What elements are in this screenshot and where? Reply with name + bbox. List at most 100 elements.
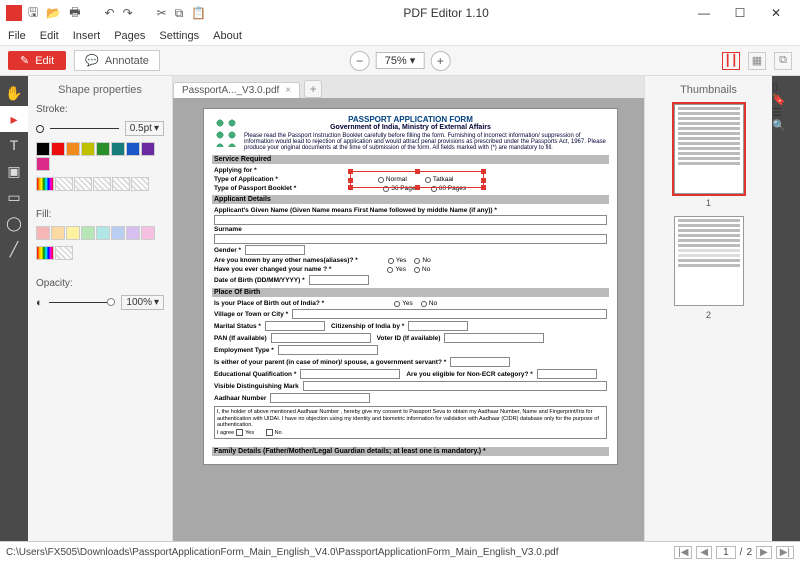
image-tool-icon[interactable]: ▣	[0, 158, 28, 184]
checkbox-agree-no[interactable]	[266, 429, 273, 436]
text-tool-icon[interactable]: T	[0, 132, 28, 158]
minimize-button[interactable]: —	[686, 6, 722, 20]
zoom-out-button[interactable]: −	[350, 51, 370, 71]
input-surname[interactable]	[214, 234, 607, 244]
stroke-swatch[interactable]	[81, 142, 95, 156]
stroke-swatch[interactable]	[36, 142, 50, 156]
paste-icon[interactable]: 📋	[191, 6, 206, 20]
search-tab-icon[interactable]: 🔍	[772, 119, 800, 132]
input-edu[interactable]	[300, 369, 400, 379]
stroke-swatch[interactable]	[51, 142, 65, 156]
page-last-button[interactable]: ▶|	[776, 546, 794, 559]
radio-alias-no[interactable]	[414, 258, 420, 264]
page-prev-button[interactable]: ◀	[696, 546, 712, 559]
stroke-swatch[interactable]	[36, 157, 50, 171]
open-icon[interactable]: 📂	[46, 6, 61, 20]
input-given-name[interactable]	[214, 215, 607, 225]
maximize-button[interactable]: ☐	[722, 6, 758, 20]
hand-tool-icon[interactable]: ✋	[0, 80, 28, 106]
input-citizenship[interactable]	[408, 321, 468, 331]
document-viewport[interactable]: PASSPORT APPLICATION FORM Government of …	[173, 98, 644, 541]
ellipse-tool-icon[interactable]: ◯	[0, 210, 28, 236]
stroke-endcap-icon[interactable]	[36, 125, 44, 133]
selection-box[interactable]	[350, 171, 484, 188]
rect-tool-icon[interactable]: ▭	[0, 184, 28, 210]
menu-pages[interactable]: Pages	[114, 30, 145, 42]
input-employment[interactable]	[278, 345, 378, 355]
fill-swatch[interactable]	[111, 226, 125, 240]
stroke-width-input[interactable]: 0.5pt▾	[125, 121, 164, 136]
page-next-button[interactable]: ▶	[756, 546, 772, 559]
input-voter[interactable]	[444, 333, 544, 343]
window-title: PDF Editor 1.10	[206, 6, 686, 20]
zoom-in-button[interactable]: +	[430, 51, 450, 71]
copy-icon[interactable]: ⧉	[175, 6, 184, 21]
input-parent-gov[interactable]	[450, 357, 510, 367]
input-marital[interactable]	[265, 321, 325, 331]
stroke-swatch[interactable]	[111, 142, 125, 156]
radio-changed-no[interactable]	[414, 267, 420, 273]
section-family: Family Details (Father/Mother/Legal Guar…	[212, 447, 609, 456]
input-dist-mark[interactable]	[303, 381, 607, 391]
menu-file[interactable]: File	[8, 30, 26, 42]
no-color-icon[interactable]	[55, 177, 73, 191]
shape-properties-panel: Shape properties Stroke: 0.5pt▾ Fill: Op…	[28, 76, 173, 541]
edit-mode-button[interactable]: ✎Edit	[8, 51, 66, 70]
fill-no-color-icon[interactable]	[55, 246, 73, 260]
thumbnails-tab-icon[interactable]: ▯	[772, 80, 800, 93]
print-icon[interactable]: 🖶	[69, 3, 80, 24]
stroke-swatch[interactable]	[141, 142, 155, 156]
fill-swatch[interactable]	[66, 226, 80, 240]
bookmarks-tab-icon[interactable]: 🔖	[772, 93, 800, 106]
fill-swatch[interactable]	[51, 226, 65, 240]
view-double-icon[interactable]: ⧉	[774, 52, 792, 70]
radio-pob-no[interactable]	[421, 301, 427, 307]
menu-settings[interactable]: Settings	[159, 30, 199, 42]
redo-icon[interactable]: ↷	[123, 6, 133, 20]
page-current[interactable]: 1	[716, 546, 736, 559]
input-gender[interactable]	[245, 245, 305, 255]
input-dob[interactable]	[309, 275, 369, 285]
undo-icon[interactable]: ↶	[105, 6, 115, 20]
color-picker-icon[interactable]	[36, 177, 54, 191]
cut-icon[interactable]: ✂	[157, 6, 167, 20]
toc-tab-icon[interactable]: ☰	[772, 106, 800, 119]
checkbox-agree-yes[interactable]	[236, 429, 243, 436]
menu-insert[interactable]: Insert	[73, 30, 101, 42]
menu-edit[interactable]: Edit	[40, 30, 59, 42]
input-nonecr[interactable]	[537, 369, 597, 379]
view-single-icon[interactable]: ┃┃	[722, 52, 740, 70]
stroke-swatch[interactable]	[96, 142, 110, 156]
radio-alias-yes[interactable]	[388, 258, 394, 264]
annotate-mode-button[interactable]: 💬Annotate	[74, 50, 160, 71]
tab-active[interactable]: PassportA..._V3.0.pdf×	[173, 82, 300, 98]
fill-swatch[interactable]	[36, 226, 50, 240]
line-tool-icon[interactable]: ╱	[0, 236, 28, 262]
menu-about[interactable]: About	[213, 30, 242, 42]
input-village[interactable]	[292, 309, 607, 319]
opacity-value-input[interactable]: 100%▾	[121, 295, 164, 310]
fill-swatch[interactable]	[126, 226, 140, 240]
view-grid-icon[interactable]: ▦	[748, 52, 766, 70]
select-tool-icon[interactable]: ▸	[0, 106, 28, 132]
fill-swatch[interactable]	[96, 226, 110, 240]
zoom-value[interactable]: 75% ▾	[376, 52, 425, 69]
input-pan[interactable]	[271, 333, 371, 343]
radio-changed-yes[interactable]	[387, 267, 393, 273]
fill-color-picker-icon[interactable]	[36, 246, 54, 260]
opacity-slider[interactable]	[49, 302, 116, 303]
page-first-button[interactable]: |◀	[674, 546, 692, 559]
section-service: Service Required	[212, 155, 609, 164]
stroke-swatch[interactable]	[126, 142, 140, 156]
fill-swatch[interactable]	[81, 226, 95, 240]
save-icon[interactable]: 🖫	[28, 3, 38, 24]
thumbnail-2[interactable]	[674, 216, 744, 306]
stroke-swatch[interactable]	[66, 142, 80, 156]
input-aadhaar[interactable]	[270, 393, 370, 403]
close-tab-icon[interactable]: ×	[285, 85, 291, 96]
add-tab-button[interactable]: +	[304, 80, 322, 98]
thumbnail-1[interactable]	[674, 104, 744, 194]
radio-pob-yes[interactable]	[394, 301, 400, 307]
close-button[interactable]: ✕	[758, 6, 794, 20]
fill-swatch[interactable]	[141, 226, 155, 240]
